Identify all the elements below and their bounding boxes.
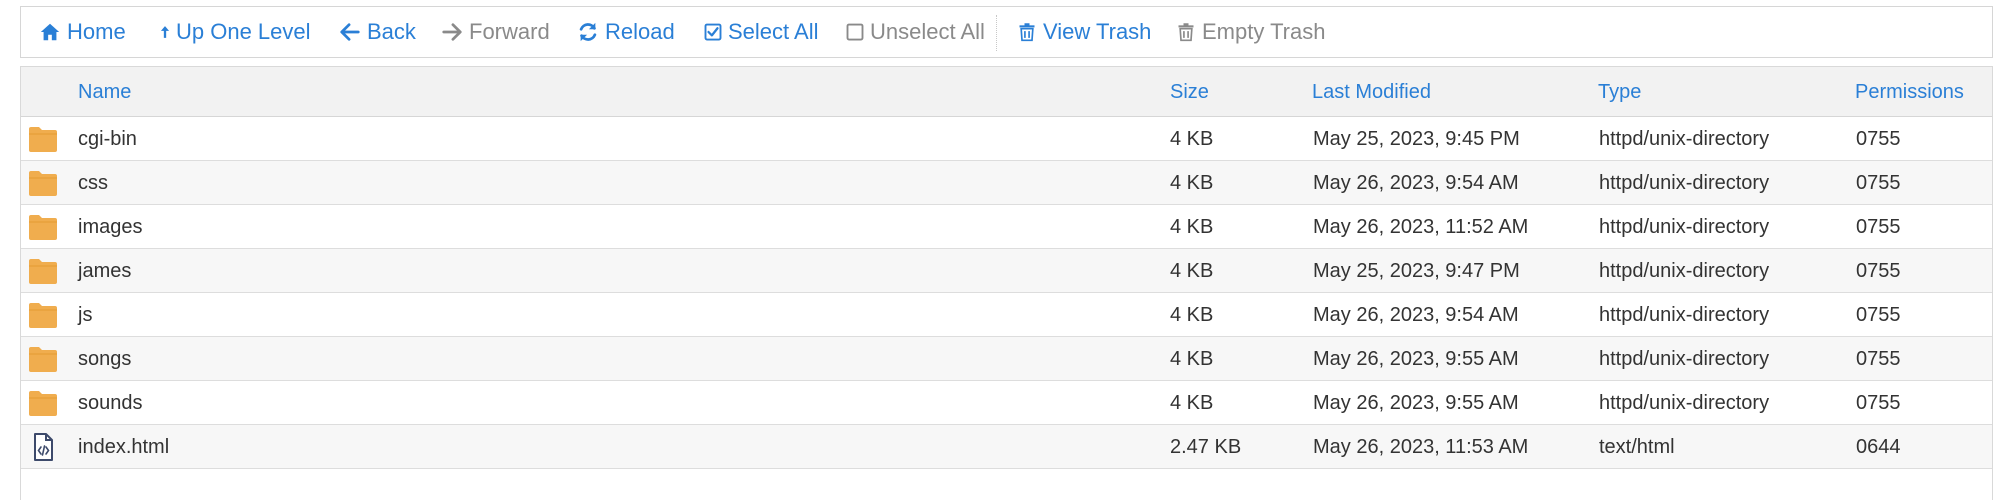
file-list-table: Name Size Last Modified Type Permissions… — [20, 66, 1993, 500]
up-one-level-label: Up One Level — [176, 19, 311, 44]
empty-trash-label: Empty Trash — [1202, 19, 1326, 44]
table-row[interactable]: songs 4 KB May 26, 2023, 9:55 AM httpd/unix… — [21, 337, 1992, 381]
select-all-label: Select All — [728, 19, 819, 44]
table-header: Name Size Last Modified Type Permissions — [21, 67, 1992, 117]
refresh-icon — [579, 22, 597, 42]
file-permissions: 0644 — [1856, 436, 1901, 458]
file-type: httpd/unix-directory — [1599, 172, 1770, 194]
empty-trash-button[interactable]: Empty Trash — [1176, 7, 1325, 57]
reload-button[interactable]: Reload — [577, 7, 675, 57]
folder-icon — [28, 345, 58, 373]
back-label: Back — [367, 19, 416, 44]
file-size: 4 KB — [1170, 260, 1214, 282]
arrow-left-icon — [340, 23, 360, 41]
file-name[interactable]: css — [78, 161, 108, 205]
table-row[interactable]: css 4 KB May 26, 2023, 9:54 AM httpd/unix-d… — [21, 161, 1992, 205]
file-permissions: 0755 — [1856, 304, 1901, 326]
file-last-modified: May 25, 2023, 9:45 PM — [1313, 128, 1520, 150]
file-size: 4 KB — [1170, 392, 1214, 414]
file-last-modified: May 25, 2023, 9:47 PM — [1313, 260, 1520, 282]
folder-icon — [28, 125, 58, 153]
select-all-button[interactable]: Select All — [704, 7, 819, 57]
file-size: 4 KB — [1170, 216, 1214, 238]
arrow-right-icon — [442, 23, 462, 41]
folder-icon — [28, 257, 58, 285]
empty-box-icon — [846, 23, 864, 41]
unselect-all-button[interactable]: Unselect All — [846, 7, 985, 57]
file-size: 4 KB — [1170, 304, 1214, 326]
folder-icon — [28, 301, 58, 329]
file-name[interactable]: songs — [78, 337, 131, 381]
level-up-icon — [160, 26, 170, 38]
unselect-all-label: Unselect All — [870, 19, 985, 44]
reload-label: Reload — [605, 19, 675, 44]
table-row[interactable]: james 4 KB May 25, 2023, 9:47 PM httpd/unix… — [21, 249, 1992, 293]
trash-icon — [1178, 23, 1194, 42]
table-row[interactable]: js 4 KB May 26, 2023, 9:54 AM httpd/unix-di… — [21, 293, 1992, 337]
column-header-last-modified[interactable]: Last Modified — [1312, 67, 1431, 117]
column-header-name[interactable]: Name — [78, 67, 131, 117]
file-size: 4 KB — [1170, 348, 1214, 370]
table-row[interactable]: index.html 2.47 KB May 26, 2023, 11:53 AM t… — [21, 425, 1992, 469]
folder-icon — [28, 213, 58, 241]
file-last-modified: May 26, 2023, 9:55 AM — [1313, 392, 1519, 414]
file-manager-toolbar: Home Up One Level Back Forward Reload Se… — [20, 6, 1993, 58]
view-trash-label: View Trash — [1043, 19, 1152, 44]
table-body: cgi-bin 4 KB May 25, 2023, 9:45 PM httpd/un… — [21, 117, 1992, 469]
column-header-size[interactable]: Size — [1170, 67, 1209, 117]
home-icon — [40, 23, 60, 41]
file-permissions: 0755 — [1856, 172, 1901, 194]
folder-icon — [28, 389, 58, 417]
file-name[interactable]: js — [78, 293, 92, 337]
home-button[interactable]: Home — [39, 7, 126, 57]
home-label: Home — [67, 19, 126, 44]
back-button[interactable]: Back — [339, 7, 416, 57]
forward-button[interactable]: Forward — [441, 7, 550, 57]
table-row[interactable]: cgi-bin 4 KB May 25, 2023, 9:45 PM httpd/un… — [21, 117, 1992, 161]
code-file-icon — [28, 433, 58, 461]
file-type: httpd/unix-directory — [1599, 128, 1770, 150]
file-name[interactable]: sounds — [78, 381, 143, 425]
file-size: 4 KB — [1170, 172, 1214, 194]
file-last-modified: May 26, 2023, 11:52 AM — [1313, 216, 1529, 238]
column-header-type[interactable]: Type — [1598, 67, 1641, 117]
file-last-modified: May 26, 2023, 11:53 AM — [1313, 436, 1529, 458]
table-row[interactable]: images 4 KB May 26, 2023, 11:52 AM httpd/un… — [21, 205, 1992, 249]
file-last-modified: May 26, 2023, 9:54 AM — [1313, 304, 1519, 326]
file-last-modified: May 26, 2023, 9:55 AM — [1313, 348, 1519, 370]
file-name[interactable]: index.html — [78, 425, 169, 469]
view-trash-button[interactable]: View Trash — [1017, 7, 1151, 57]
file-type: text/html — [1599, 436, 1675, 458]
checked-box-icon — [704, 23, 722, 41]
toolbar-divider — [996, 15, 997, 51]
file-type: httpd/unix-directory — [1599, 216, 1770, 238]
file-type: httpd/unix-directory — [1599, 348, 1770, 370]
file-permissions: 0755 — [1856, 128, 1901, 150]
table-row[interactable]: sounds 4 KB May 26, 2023, 9:55 AM httpd/uni… — [21, 381, 1992, 425]
file-name[interactable]: cgi-bin — [78, 117, 137, 161]
up-one-level-button[interactable]: Up One Level — [158, 7, 311, 57]
file-type: httpd/unix-directory — [1599, 260, 1770, 282]
file-permissions: 0755 — [1856, 216, 1901, 238]
folder-icon — [28, 169, 58, 197]
file-type: httpd/unix-directory — [1599, 304, 1770, 326]
file-permissions: 0755 — [1856, 392, 1901, 414]
trash-icon — [1019, 23, 1035, 42]
file-last-modified: May 26, 2023, 9:54 AM — [1313, 172, 1519, 194]
file-type: httpd/unix-directory — [1599, 392, 1770, 414]
column-header-permissions[interactable]: Permissions — [1855, 67, 1964, 117]
file-permissions: 0755 — [1856, 260, 1901, 282]
file-name[interactable]: james — [78, 249, 131, 293]
file-size: 4 KB — [1170, 128, 1214, 150]
file-size: 2.47 KB — [1170, 436, 1242, 458]
file-permissions: 0755 — [1856, 348, 1901, 370]
file-name[interactable]: images — [78, 205, 142, 249]
forward-label: Forward — [469, 19, 550, 44]
